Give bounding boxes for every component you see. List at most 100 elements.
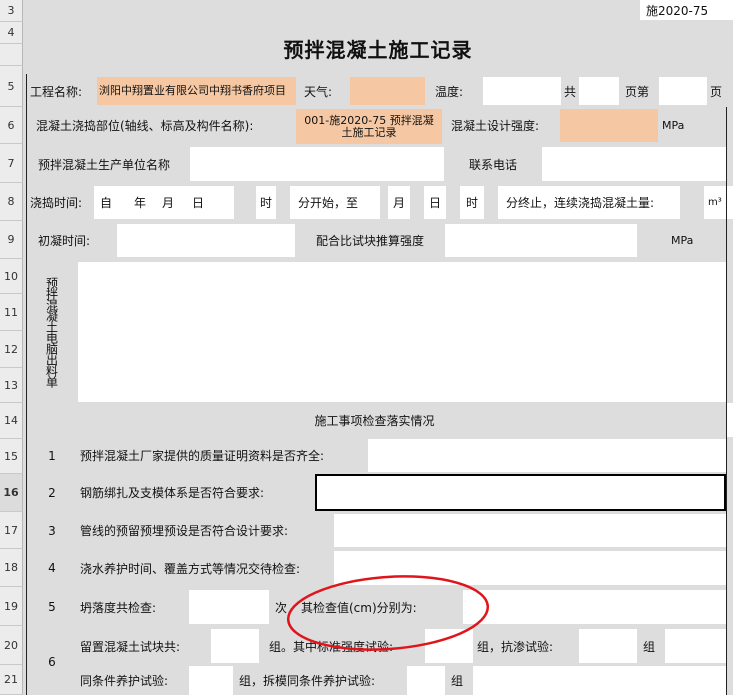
ticket-area[interactable] [78, 262, 726, 402]
same-cond-label: 同条件养护试验: [78, 666, 188, 695]
check-3-value[interactable] [334, 514, 726, 547]
impermeability-label: 组，抗渗试验: [473, 629, 579, 663]
page-number-value[interactable] [659, 77, 707, 105]
project-name-label: 工程名称: [28, 78, 98, 104]
total-pages-value[interactable] [579, 77, 619, 105]
month-label: 月 [162, 196, 175, 210]
day-label: 日 [192, 196, 205, 210]
year-label: 年 [134, 196, 147, 210]
same-cond-value[interactable] [189, 666, 233, 695]
frame-left-line [26, 74, 27, 695]
volume-value[interactable] [680, 186, 704, 219]
ticket-label-cell: 预拌混凝土电脑出料单 [28, 262, 76, 402]
end-day-value[interactable] [410, 186, 424, 219]
from-label: 自 [100, 196, 113, 210]
specimen-total-value[interactable] [211, 629, 259, 663]
impermeability-value[interactable] [579, 629, 637, 663]
initial-set-label: 初凝时间: [28, 224, 116, 257]
check-5-no: 5 [28, 590, 76, 624]
top-strip [23, 0, 733, 22]
volume-unit: m³ [704, 186, 733, 219]
row-header-4b[interactable] [0, 44, 23, 66]
group-label: 组 [637, 629, 665, 663]
start-label: 分开始，至 [290, 186, 380, 219]
temperature-label: 温度: [425, 77, 483, 105]
demold-label: 组，拆模同条件养护试验: [233, 666, 407, 695]
row-header-11[interactable]: 11 [0, 294, 23, 331]
check-6-no: 6 [28, 629, 76, 695]
page-number-label: 页第 [619, 77, 659, 105]
end-minute-value[interactable] [484, 186, 498, 219]
end-day-label: 日 [424, 186, 446, 219]
design-strength-unit: MPa [658, 109, 723, 142]
slump-count-value[interactable] [189, 590, 269, 624]
row-header-17[interactable]: 17 [0, 512, 23, 549]
check-1-text: 预拌混凝土厂家提供的质量证明资料是否齐全: [78, 439, 368, 472]
specimen-label: 留置混凝土试块共: [78, 629, 210, 663]
check-4-value[interactable] [334, 551, 726, 585]
check-2-no: 2 [28, 476, 76, 509]
group-label-2: 组 [445, 666, 473, 695]
standard-strength-value[interactable] [425, 629, 473, 663]
mix-strength-value[interactable] [445, 224, 637, 257]
row-header-10[interactable]: 10 [0, 259, 23, 294]
check-2-value[interactable] [315, 474, 726, 511]
row-header-19[interactable]: 19 [0, 587, 23, 626]
phone-value[interactable] [542, 147, 726, 181]
check-3-no: 3 [28, 514, 76, 547]
producer-label: 预拌混凝土生产单位名称 [28, 147, 188, 181]
row21-spare[interactable] [473, 666, 726, 695]
frame-right-line [726, 107, 727, 695]
spreadsheet: 3 4 5 6 7 8 9 10 11 12 13 14 15 16 17 18… [0, 0, 733, 695]
row20-spare[interactable] [665, 629, 726, 663]
mix-strength-label: 配合比试块推算强度 [296, 224, 444, 257]
hour-label: 时 [256, 186, 276, 219]
end-label: 分终止，连续浇捣混凝土量: [498, 186, 680, 219]
row-header-21[interactable]: 21 [0, 665, 23, 695]
row-header-5[interactable]: 5 [0, 66, 23, 107]
row-header-15[interactable]: 15 [0, 439, 23, 474]
row-header-3[interactable]: 3 [0, 0, 23, 22]
corner-code: 施2020-75 [640, 0, 733, 20]
design-strength-value[interactable] [560, 109, 658, 142]
weather-value[interactable] [350, 77, 425, 105]
form-title: 预拌混凝土施工记录 [23, 22, 733, 74]
check-1-no: 1 [28, 439, 76, 472]
pour-start-date[interactable]: 自 年 月 日 [94, 186, 234, 219]
end-hour-value[interactable] [446, 186, 460, 219]
row-header-8[interactable]: 8 [0, 183, 23, 221]
start-minute-value[interactable] [276, 186, 290, 219]
end-month-value[interactable] [380, 186, 388, 219]
check-2-text: 钢筋绑扎及支模体系是否符合要求: [78, 476, 314, 509]
design-strength-label: 混凝土设计强度: [445, 109, 560, 142]
weather-label: 天气: [298, 77, 348, 105]
check-4-no: 4 [28, 551, 76, 585]
project-name-value[interactable]: 浏阳中翔置业有限公司中翔书香府项目 [97, 77, 296, 105]
demold-value[interactable] [407, 666, 445, 695]
row-header-20[interactable]: 20 [0, 626, 23, 665]
pour-time-label: 浇捣时间: [28, 186, 92, 219]
pour-location-value[interactable]: 001-施2020-75 预拌混凝土施工记录 [296, 109, 442, 144]
start-hour-value[interactable] [234, 186, 256, 219]
row-header-12[interactable]: 12 [0, 331, 23, 368]
producer-value[interactable] [190, 147, 444, 181]
row-header-4[interactable]: 4 [0, 22, 23, 44]
row-header-14[interactable]: 14 [0, 403, 23, 439]
end-month-label: 月 [388, 186, 410, 219]
row-header-13[interactable]: 13 [0, 368, 23, 403]
phone-label: 联系电话 [445, 147, 541, 181]
initial-set-value[interactable] [117, 224, 295, 257]
check-4-text: 浇水养护时间、覆盖方式等情况交待检查: [78, 551, 334, 585]
row-header-6[interactable]: 6 [0, 107, 23, 144]
slump-values-value[interactable] [463, 590, 726, 624]
check-3-text: 管线的预留预埋预设是否符合设计要求: [78, 514, 334, 547]
row-header-9[interactable]: 9 [0, 221, 23, 259]
check-1-value[interactable] [368, 439, 726, 472]
temperature-value[interactable] [483, 77, 561, 105]
slump-label: 坍落度共检查: [78, 590, 188, 624]
row-header-18[interactable]: 18 [0, 549, 23, 587]
row-header-16[interactable]: 16 [0, 474, 23, 512]
page-end-label: 页 [707, 77, 733, 105]
row-header-7[interactable]: 7 [0, 144, 23, 183]
end-hour-label: 时 [460, 186, 484, 219]
